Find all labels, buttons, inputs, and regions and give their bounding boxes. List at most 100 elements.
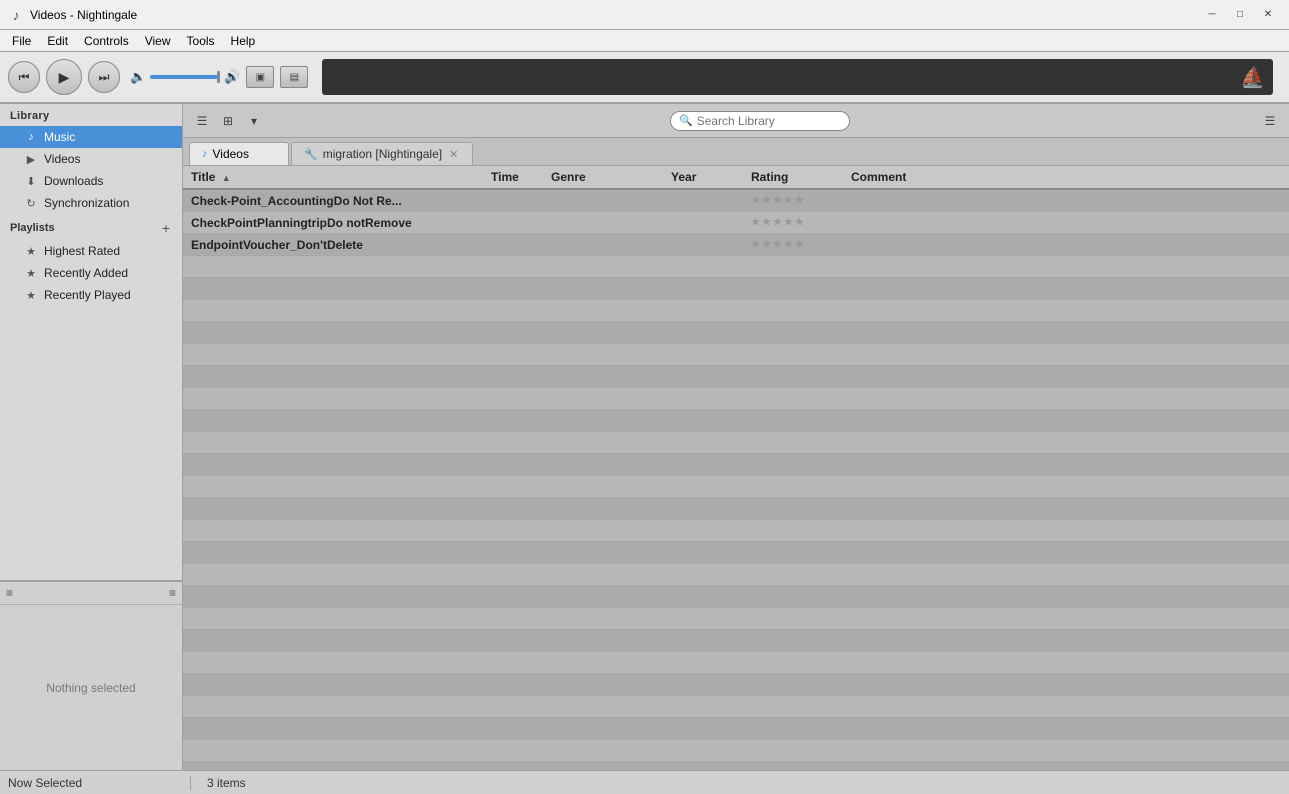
- empty-row: [183, 542, 1289, 564]
- star1: ★: [751, 195, 760, 206]
- col-header-title[interactable]: Title ▲: [191, 170, 491, 184]
- volume-low-icon: 🔈: [130, 69, 146, 85]
- sidebar-item-videos[interactable]: ▶ Videos: [0, 148, 182, 170]
- track-title-3: EndpointVoucher_Don'tDelete: [191, 238, 491, 252]
- now-selected-label: Now Selected: [8, 776, 191, 790]
- titlebar-left: ♪ Videos - Nightingale: [8, 7, 137, 23]
- star1: ★: [751, 217, 760, 228]
- volume-area: 🔈 🔊: [130, 69, 240, 85]
- sidebar-item-music[interactable]: ♪ Music: [0, 126, 182, 148]
- empty-row: [183, 652, 1289, 674]
- empty-row: [183, 696, 1289, 718]
- track-rating-3: ★ ★ ★ ★ ★: [751, 239, 851, 250]
- tab-migration-close[interactable]: ✕: [447, 148, 460, 161]
- empty-row: [183, 718, 1289, 740]
- menu-tools[interactable]: Tools: [179, 32, 223, 50]
- empty-row: [183, 278, 1289, 300]
- video-icon: ▶: [24, 153, 38, 166]
- playlists-section-header: Playlists +: [0, 214, 182, 240]
- col-header-comment[interactable]: Comment: [851, 170, 1281, 184]
- star3: ★: [773, 195, 782, 206]
- view-options-icon[interactable]: ▾: [243, 110, 265, 132]
- star2: ★: [762, 217, 771, 228]
- empty-row: [183, 454, 1289, 476]
- col-header-time[interactable]: Time: [491, 170, 551, 184]
- track-title-2: CheckPointPlanningtripDo notRemove: [191, 216, 491, 230]
- downloads-icon: ⬇: [24, 175, 38, 188]
- star2: ★: [762, 195, 771, 206]
- col-header-rating[interactable]: Rating: [751, 170, 851, 184]
- nightingale-logo: ⛵: [1240, 65, 1265, 90]
- sidebar-item-synchronization[interactable]: ↻ Synchronization: [0, 192, 182, 214]
- tab-migration-label: migration [Nightingale]: [323, 147, 442, 161]
- sidebar-item-videos-label: Videos: [44, 152, 80, 166]
- maximize-button[interactable]: □: [1227, 5, 1253, 25]
- empty-row: [183, 256, 1289, 278]
- col-header-year[interactable]: Year: [671, 170, 751, 184]
- menu-controls[interactable]: Controls: [76, 32, 137, 50]
- view-grid-icon[interactable]: ⊞: [217, 110, 239, 132]
- view-list-icon[interactable]: ☰: [191, 110, 213, 132]
- track-row[interactable]: CheckPointPlanningtripDo notRemove ★ ★ ★…: [183, 212, 1289, 234]
- menu-view[interactable]: View: [137, 32, 179, 50]
- empty-row: [183, 322, 1289, 344]
- tab-videos-icon: ♪: [202, 148, 208, 160]
- content-toolbar-left: ☰ ⊞ ▾: [191, 110, 265, 132]
- empty-row: [183, 344, 1289, 366]
- mode-button-1[interactable]: ▣: [246, 66, 274, 88]
- mode-button-2[interactable]: ▤: [280, 66, 308, 88]
- empty-row: [183, 608, 1289, 630]
- search-icon[interactable]: 🔍: [679, 114, 693, 127]
- star5: ★: [795, 239, 804, 250]
- sidebar-item-recently-added-label: Recently Added: [44, 266, 128, 280]
- content-with-scroll: Title ▲ Time Genre Year Rating: [183, 166, 1289, 770]
- highest-rated-icon: ★: [24, 245, 38, 258]
- track-row[interactable]: EndpointVoucher_Don'tDelete ★ ★ ★ ★ ★: [183, 234, 1289, 256]
- sidebar-item-recently-added[interactable]: ★ Recently Added: [0, 262, 182, 284]
- toolbar: ⏮ ▶ ⏭ 🔈 🔊 ▣ ▤ ⛵: [0, 52, 1289, 104]
- main-layout: Library ♪ Music ▶ Videos ⬇ Downloads ↻ S…: [0, 104, 1289, 770]
- sidebar-item-downloads[interactable]: ⬇ Downloads: [0, 170, 182, 192]
- prev-button[interactable]: ⏮: [8, 61, 40, 93]
- sidebar-item-recently-played[interactable]: ★ Recently Played: [0, 284, 182, 306]
- empty-row: [183, 740, 1289, 762]
- track-row[interactable]: Check-Point_AccountingDo Not Re... ★ ★ ★…: [183, 190, 1289, 212]
- sync-icon: ↻: [24, 197, 38, 210]
- playlists-label: Playlists: [10, 222, 55, 234]
- menu-edit[interactable]: Edit: [39, 32, 76, 50]
- sidebar-toggle-icon[interactable]: ☰: [1259, 110, 1281, 132]
- progress-bar[interactable]: ⛵: [322, 59, 1273, 95]
- sidebar-item-highest-rated[interactable]: ★ Highest Rated: [0, 240, 182, 262]
- sidebar-bottom-controls: ≡ ≡: [0, 582, 182, 605]
- window-title: Videos - Nightingale: [30, 8, 137, 22]
- titlebar: ♪ Videos - Nightingale ─ □ ✕: [0, 0, 1289, 30]
- empty-row: [183, 366, 1289, 388]
- col-header-genre[interactable]: Genre: [551, 170, 671, 184]
- sb-ctrl-icon-2[interactable]: ≡: [169, 586, 176, 600]
- search-input[interactable]: [697, 114, 837, 128]
- menu-help[interactable]: Help: [223, 32, 264, 50]
- next-button[interactable]: ⏭: [88, 61, 120, 93]
- sb-ctrl-icon-1[interactable]: ≡: [6, 586, 13, 600]
- play-button[interactable]: ▶: [46, 59, 82, 95]
- music-icon: ♪: [24, 131, 38, 143]
- sidebar: Library ♪ Music ▶ Videos ⬇ Downloads ↻ S…: [0, 104, 183, 770]
- sidebar-item-music-label: Music: [44, 130, 75, 144]
- empty-row: [183, 564, 1289, 586]
- star2: ★: [762, 239, 771, 250]
- empty-row: [183, 520, 1289, 542]
- star5: ★: [795, 217, 804, 228]
- close-button[interactable]: ✕: [1255, 5, 1281, 25]
- tab-videos[interactable]: ♪ Videos: [189, 142, 289, 165]
- add-playlist-button[interactable]: +: [158, 220, 174, 236]
- volume-slider[interactable]: [150, 75, 220, 79]
- menu-file[interactable]: File: [4, 32, 39, 50]
- empty-row: [183, 630, 1289, 652]
- tab-migration[interactable]: 🔧 migration [Nightingale] ✕: [291, 142, 473, 165]
- minimize-button[interactable]: ─: [1199, 5, 1225, 25]
- empty-row: [183, 388, 1289, 410]
- empty-row: [183, 432, 1289, 454]
- empty-row: [183, 498, 1289, 520]
- tab-migration-icon: 🔧: [304, 148, 318, 161]
- content-toolbar: ☰ ⊞ ▾ 🔍 ☰: [183, 104, 1289, 138]
